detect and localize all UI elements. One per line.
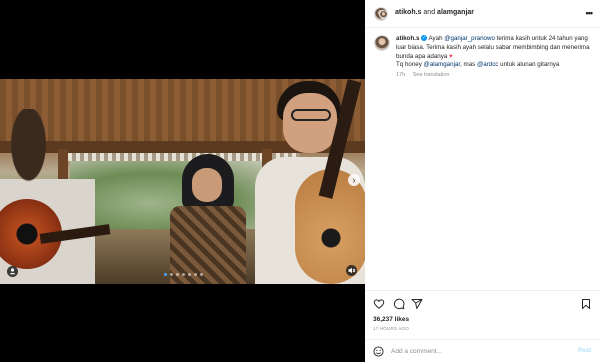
post-caption: atikoh.s ✓ Ayah @ganjar_pranowo terima k…: [396, 35, 594, 70]
face: [192, 168, 222, 202]
carousel-dot[interactable]: [170, 273, 173, 276]
avatar[interactable]: [379, 10, 388, 19]
carousel-dot[interactable]: [188, 273, 191, 276]
author-connector: and: [423, 9, 436, 16]
bookmark-icon[interactable]: [580, 298, 592, 310]
heart-icon[interactable]: [373, 298, 385, 310]
person-middle: [160, 154, 255, 284]
comment-input[interactable]: [391, 346, 551, 357]
action-bar: [365, 290, 600, 316]
carousel-dot[interactable]: [164, 273, 167, 276]
post-photo[interactable]: [0, 79, 365, 284]
post-header: atikoh.s and alamganjar •••: [365, 0, 600, 28]
post-media: ›: [0, 0, 365, 362]
heart-emoji: ♥: [449, 52, 453, 60]
post-panel: atikoh.s and alamganjar ••• atikoh.s ✓ A…: [365, 0, 600, 362]
author-username[interactable]: atikoh.s: [395, 9, 421, 16]
face: [283, 93, 337, 153]
post-comment-button[interactable]: Post: [578, 348, 591, 354]
caption-text: Ayah: [428, 35, 443, 42]
coauthor-username[interactable]: alamganjar: [437, 9, 474, 16]
glasses: [291, 109, 331, 121]
likes-count[interactable]: 36,237 likes: [373, 316, 409, 323]
caption-text: Tq honey: [396, 61, 422, 69]
avatar[interactable]: [374, 35, 390, 51]
caption-username[interactable]: atikoh.s: [396, 35, 419, 42]
carousel-dot[interactable]: [176, 273, 179, 276]
carousel-dot[interactable]: [200, 273, 203, 276]
see-translation-link[interactable]: See translation: [413, 72, 450, 78]
user-tag-icon[interactable]: [7, 266, 18, 277]
carousel-dot[interactable]: [194, 273, 197, 276]
caption-age: 17h: [396, 72, 406, 78]
post-author: atikoh.s and alamganjar: [395, 9, 474, 16]
caption-meta: 17h See translation: [396, 72, 449, 78]
send-icon[interactable]: [411, 298, 423, 310]
caption-mention[interactable]: @ganjar_pranowo: [444, 35, 495, 42]
post-timestamp: 17 HOURS AGO: [373, 326, 409, 331]
verified-badge-icon: ✓: [421, 35, 428, 42]
comment-bar: Post: [365, 339, 600, 362]
caption-mention[interactable]: @ardcc: [477, 61, 498, 68]
muted-speaker-icon[interactable]: [346, 265, 357, 276]
comment-icon[interactable]: [393, 298, 405, 310]
carousel-dots: [164, 273, 203, 276]
caption-text: untuk alunan gitarnya: [500, 61, 560, 69]
carousel-dot[interactable]: [182, 273, 185, 276]
caption-mention[interactable]: @alamganjar: [424, 61, 461, 68]
chevron-right-icon[interactable]: ›: [348, 174, 360, 186]
more-horizontal-icon[interactable]: •••: [586, 8, 594, 18]
smiley-icon[interactable]: [373, 346, 384, 357]
caption-text: , mas: [460, 61, 476, 69]
